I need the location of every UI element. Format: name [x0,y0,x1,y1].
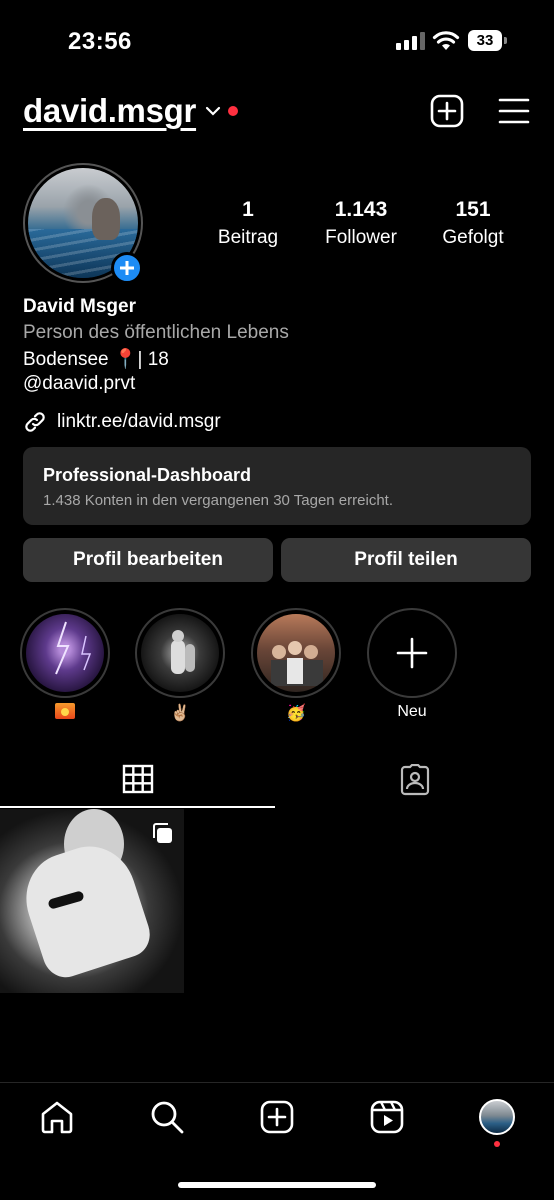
following-count: 151 [455,198,491,221]
profile-category: Person des öffentlichen Lebens [23,322,289,343]
stat-following[interactable]: 151 Gefolgt [413,198,533,249]
new-highlight-button[interactable]: Neu [367,608,457,721]
share-profile-button[interactable]: Profil teilen [281,538,531,582]
add-story-plus-icon[interactable] [111,252,143,284]
dashboard-title: Professional-Dashboard [43,465,252,485]
stat-followers[interactable]: 1.143 Follower [301,198,421,249]
menu-icon[interactable] [498,96,530,126]
tagged-tab-icon[interactable] [398,764,432,796]
profile-notification-dot [494,1141,500,1147]
home-icon[interactable] [39,1099,75,1135]
grid-tab-icon[interactable] [122,764,154,794]
home-indicator [178,1182,376,1188]
sunset-emoji-icon [55,703,75,719]
professional-dashboard-card[interactable]: Professional-Dashboard 1.438 Konten in d… [23,447,531,525]
create-post-icon[interactable] [430,94,464,128]
posts-label: Beitrag [217,227,279,248]
followers-label: Follower [325,227,397,248]
profile-name: David Msger [23,296,136,317]
cellular-signal-icon [396,32,426,50]
profile-website-link[interactable]: linktr.ee/david.msgr [23,410,221,434]
link-icon [25,412,45,432]
active-tab-indicator [0,806,275,808]
battery-level: 33 [468,30,502,51]
posts-count: 1 [242,198,254,221]
reels-icon[interactable] [369,1099,405,1135]
stat-posts[interactable]: 1 Beitrag [188,198,308,249]
following-label: Gefolgt [442,227,504,248]
followers-count: 1.143 [334,198,388,221]
bio-line: Bodensee 📍| 18 [23,349,169,370]
story-highlight[interactable]: 🥳 [251,608,341,723]
edit-profile-button[interactable]: Profil bearbeiten [23,538,273,582]
story-highlight[interactable] [20,608,110,724]
battery-icon: 33 [468,30,508,52]
notification-dot [228,106,238,116]
plus-icon [396,637,428,669]
bio-mention-link[interactable]: @daavid.prvt [23,373,135,395]
website-link-text: linktr.ee/david.msgr [57,411,221,432]
wifi-icon [432,31,460,50]
create-icon[interactable] [259,1099,295,1135]
highlight-label: 🥳 [286,705,306,722]
highlight-label: ✌🏼 [170,705,190,722]
new-highlight-label: Neu [397,703,427,720]
chevron-down-icon[interactable] [204,104,222,118]
status-time: 23:56 [68,28,132,55]
account-switcher-username[interactable]: david.msgr [23,92,196,130]
carousel-post-icon [153,823,172,843]
story-highlight[interactable]: ✌🏼 [135,608,225,723]
search-icon[interactable] [149,1099,185,1135]
nav-divider [0,1082,554,1083]
dashboard-subtitle: 1.438 Konten in den vergangenen 30 Tagen… [43,492,393,509]
profile-tab-avatar[interactable] [479,1099,515,1135]
